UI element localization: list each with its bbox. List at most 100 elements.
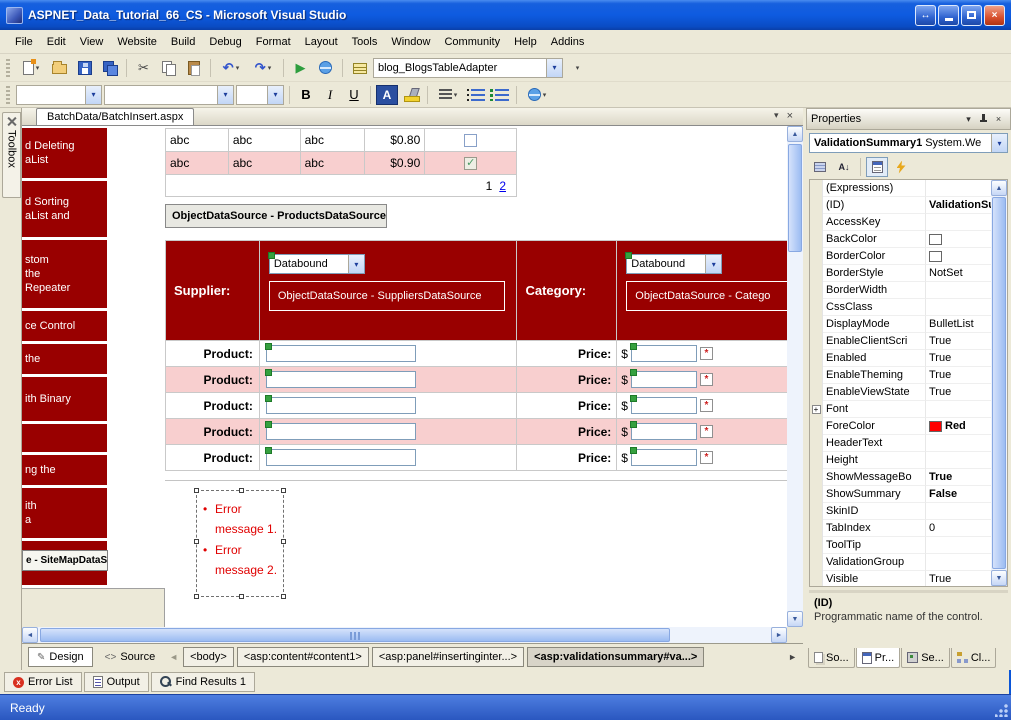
horizontal-scrollbar[interactable]: ◄ ► — [22, 627, 787, 643]
pager-page-link[interactable]: 2 — [499, 179, 506, 193]
minimize-button[interactable] — [938, 4, 959, 26]
adapter-combo[interactable]: blog_BlogsTableAdapter ▾ — [373, 57, 563, 78]
categorized-button[interactable] — [809, 157, 831, 177]
property-row[interactable]: + DisplayMode BulletList — [810, 316, 991, 333]
resize-handle[interactable] — [281, 488, 286, 493]
save-all-button[interactable] — [98, 57, 121, 79]
vertical-scrollbar[interactable]: ▲ ▼ — [787, 126, 803, 627]
property-value[interactable] — [926, 537, 991, 554]
property-value[interactable] — [926, 282, 991, 299]
resize-handle[interactable] — [281, 594, 286, 599]
property-row[interactable]: + Height — [810, 452, 991, 469]
font-size-combo[interactable]: ▾ — [236, 84, 284, 105]
error-list-tab[interactable]: x Error List — [4, 672, 82, 692]
price-textbox[interactable] — [629, 395, 697, 414]
scroll-down-button[interactable]: ▼ — [787, 611, 803, 627]
nav-menu-item[interactable]: ith a — [22, 488, 107, 538]
toolbar-grip[interactable] — [6, 85, 10, 104]
resize-handle[interactable] — [194, 488, 199, 493]
bullet-list-button[interactable] — [489, 85, 511, 105]
toolbox-tab[interactable]: Toolbox — [2, 112, 21, 198]
smart-tag-anchor-icon[interactable] — [625, 252, 633, 259]
scrollbar-thumb[interactable] — [40, 628, 670, 642]
save-button[interactable] — [73, 57, 96, 79]
maximize-button[interactable] — [961, 4, 982, 26]
property-row[interactable]: + (ID) ValidationSum — [810, 197, 991, 214]
dropdown-button[interactable]: ▾ — [705, 255, 722, 273]
toolbar-overflow-button[interactable]: ▾ — [565, 57, 588, 79]
new-item-button[interactable]: ▾ — [16, 57, 46, 79]
property-row[interactable]: + BackColor — [810, 231, 991, 248]
property-value[interactable]: True — [926, 571, 991, 586]
pin-button[interactable] — [976, 112, 991, 127]
close-document-button[interactable]: × — [787, 110, 793, 122]
property-value[interactable] — [926, 401, 991, 418]
scrollbar-thumb[interactable] — [992, 197, 1006, 569]
property-row[interactable]: + BorderWidth — [810, 282, 991, 299]
smart-tag-anchor-icon[interactable] — [629, 447, 637, 454]
price-textbox[interactable] — [629, 343, 697, 362]
tag-navigator-chip[interactable]: <body> — [183, 647, 234, 667]
tag-nav-right-button[interactable]: ► — [788, 652, 797, 662]
properties-tab[interactable]: Pr... — [855, 648, 901, 668]
style-combo[interactable]: ▾ — [16, 84, 102, 105]
menu-item[interactable]: Website — [110, 32, 164, 52]
smart-tag-anchor-icon[interactable] — [264, 421, 272, 428]
scroll-down-button[interactable]: ▼ — [991, 570, 1007, 586]
product-name-textbox[interactable] — [264, 369, 416, 388]
property-value[interactable] — [926, 435, 991, 452]
property-value[interactable] — [926, 180, 991, 197]
price-textbox[interactable] — [629, 421, 697, 440]
property-row[interactable]: + TabIndex 0 — [810, 520, 991, 537]
property-row[interactable]: + SkinID — [810, 503, 991, 520]
smart-tag-anchor-icon[interactable] — [629, 369, 637, 376]
combo-dropdown-button[interactable]: ▾ — [991, 134, 1007, 152]
validator-glyph-icon[interactable]: * — [699, 399, 713, 412]
italic-button[interactable]: I — [319, 85, 341, 105]
property-value[interactable] — [926, 248, 991, 265]
menu-item[interactable]: Format — [249, 32, 298, 52]
tag-navigator-chip[interactable]: <asp:validationsummary#va...> — [527, 647, 705, 667]
property-value[interactable] — [926, 452, 991, 469]
menu-item[interactable]: File — [8, 32, 40, 52]
resize-handle[interactable] — [239, 488, 244, 493]
resize-grip[interactable] — [995, 704, 1008, 717]
expand-icon[interactable]: + — [811, 405, 821, 414]
combo-dropdown-button[interactable]: ▾ — [267, 85, 283, 104]
suppliers-datasource-control[interactable]: ObjectDataSource - SuppliersDataSource — [268, 281, 505, 311]
browse-button[interactable] — [314, 57, 337, 79]
scrollbar-thumb[interactable] — [788, 144, 802, 252]
gridview-row[interactable]: abc abc abc $0.90 — [166, 152, 517, 175]
property-value[interactable]: Red — [926, 418, 991, 435]
nav-menu-item[interactable]: ng the — [22, 455, 107, 485]
scroll-up-button[interactable]: ▲ — [787, 126, 803, 142]
menu-item[interactable]: Help — [507, 32, 544, 52]
combo-dropdown-button[interactable]: ▾ — [217, 85, 233, 104]
categories-dropdown[interactable]: Databound ▾ — [625, 252, 723, 274]
scroll-up-button[interactable]: ▲ — [991, 180, 1007, 196]
property-row[interactable]: + BorderStyle NotSet — [810, 265, 991, 282]
undo-button[interactable]: ↶ ▾ — [216, 57, 246, 79]
design-surface[interactable]: d Deleting aList d Sorting aList and sto… — [22, 126, 787, 627]
menu-item[interactable]: Window — [384, 32, 437, 52]
validator-glyph-icon[interactable]: * — [699, 451, 713, 464]
font-color-button[interactable]: A — [376, 84, 398, 105]
close-panel-button[interactable]: × — [991, 112, 1006, 127]
property-row[interactable]: + Visible True — [810, 571, 991, 586]
menu-item[interactable]: Addins — [544, 32, 592, 52]
categories-datasource-control[interactable]: ObjectDataSource - Catego — [626, 281, 787, 311]
products-gridview[interactable]: abc abc abc $0.80 abc abc abc $0.90 ✓ 1 … — [165, 128, 517, 197]
menu-item[interactable]: View — [73, 32, 111, 52]
property-row[interactable]: + ToolTip — [810, 537, 991, 554]
property-row[interactable]: + EnableClientScri True — [810, 333, 991, 350]
property-row[interactable]: + AccessKey — [810, 214, 991, 231]
close-button[interactable]: × — [984, 4, 1005, 26]
smart-tag-anchor-icon[interactable] — [264, 369, 272, 376]
gridview-row[interactable]: abc abc abc $0.80 — [166, 129, 517, 152]
nav-menu-item[interactable] — [22, 424, 107, 452]
output-tab[interactable]: Output — [83, 672, 149, 692]
property-row[interactable]: + CssClass — [810, 299, 991, 316]
sitemap-datasource-label[interactable]: e - SiteMapDataSource1 — [22, 550, 108, 571]
align-button[interactable]: ▾ — [433, 85, 463, 105]
property-value[interactable]: BulletList — [926, 316, 991, 333]
